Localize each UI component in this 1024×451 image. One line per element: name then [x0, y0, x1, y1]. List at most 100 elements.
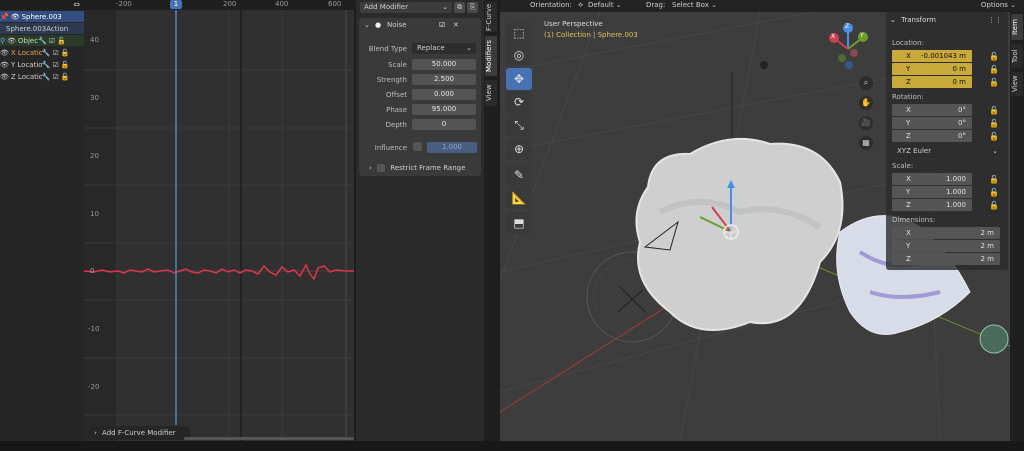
copy-modifiers-icon[interactable]: ⧉ [454, 2, 465, 13]
influence-checkbox[interactable] [413, 142, 422, 151]
gizmo-axis-y[interactable]: Y [860, 32, 864, 39]
cursor-tool[interactable]: ◎ [506, 44, 532, 66]
close-icon[interactable]: ✕ [453, 18, 459, 32]
graph-h-scrollbar[interactable] [184, 437, 354, 440]
gizmo-axis-x[interactable]: X [831, 33, 835, 40]
wrench-icon[interactable]: 🔧 [42, 61, 51, 69]
current-frame-indicator[interactable]: 1 [170, 0, 182, 9]
eye-icon[interactable]: 👁 [7, 37, 16, 45]
add-cube-tool[interactable]: ⬒ [506, 212, 532, 234]
dimensions-z-field[interactable]: Z2 m [892, 253, 1000, 265]
add-fcurve-modifier-footer[interactable]: › Add F-Curve Modifier [90, 426, 190, 440]
tab-fcurve[interactable]: F-Curve [485, 2, 497, 32]
channel-action[interactable]: Sphere.003Action [0, 23, 84, 34]
eye-icon[interactable]: 👁 [0, 49, 9, 57]
eye-icon[interactable]: 👁 [11, 13, 20, 21]
add-modifier-dropdown[interactable]: Add Modifier ⌄ [360, 2, 452, 13]
transform-header[interactable]: ⌄ Transform [890, 16, 936, 24]
lock-icon[interactable]: 🔓 [57, 37, 66, 45]
wrench-icon[interactable]: 🔧 [42, 49, 51, 57]
lock-icon[interactable]: 🔓 [989, 65, 999, 74]
rotation-y-field[interactable]: Y 0° [892, 117, 972, 129]
phase-field[interactable]: 95.000 [412, 104, 476, 115]
frame-ruler[interactable]: -200 1 200 400 600 [84, 0, 354, 10]
restrict-frame-range-row[interactable]: › Restrict Frame Range [369, 164, 465, 172]
hand-pan-icon[interactable]: ✋ [859, 96, 873, 110]
channel-z-location[interactable]: 👁 Z Locatio 🔧 ☑ 🔓 [0, 71, 84, 82]
influence-field[interactable]: 1.000 [427, 142, 477, 153]
lock-icon[interactable]: 🔓 [989, 119, 999, 128]
move-tool[interactable]: ✥ [506, 68, 532, 90]
offset-field[interactable]: 0.000 [412, 89, 476, 100]
transform-tool[interactable]: ⊕ [506, 138, 532, 160]
tab-view[interactable]: View [485, 80, 497, 106]
location-y-field[interactable]: Y0 m [892, 63, 972, 75]
rotation-z-field[interactable]: Z 0° [892, 130, 972, 142]
orientation-dropdown[interactable]: Default ⌄ [588, 1, 622, 9]
checkbox-icon[interactable]: ☑ [53, 61, 59, 69]
checkbox-icon[interactable]: ☑ [49, 37, 55, 45]
pin-icon[interactable]: ⚲ [0, 37, 5, 45]
lock-icon[interactable]: 🔓 [61, 61, 70, 69]
zoom-icon[interactable]: ⌕ [859, 76, 873, 90]
chevron-down-icon[interactable]: ⌄ [364, 18, 370, 32]
influence-label: Influence [374, 144, 407, 152]
tab-tool[interactable]: Tool [1011, 44, 1023, 68]
channel-x-location[interactable]: 👁 X Locatio 🔧 ☑ 🔓 [0, 47, 84, 58]
scale-tool[interactable]: ⤡ [506, 114, 532, 136]
tab-item[interactable]: Item [1011, 14, 1023, 40]
tab-view[interactable]: View [1011, 72, 1023, 96]
checkbox-icon[interactable]: ☑ [53, 49, 59, 57]
measure-tool[interactable]: 📐 [506, 187, 532, 209]
strength-field[interactable]: 2.500 [412, 74, 476, 85]
scale-z-field[interactable]: Z 1.000 [892, 199, 972, 211]
location-x-field[interactable]: X -0.001043 m [892, 50, 972, 62]
channel-y-location[interactable]: 👁 Y Locatio 🔧 ☑ 🔓 [0, 59, 84, 70]
dimensions-x-field[interactable]: X2 m [892, 227, 1000, 239]
rotate-tool[interactable]: ⟳ [506, 91, 532, 113]
pin-icon[interactable]: 📌 [0, 13, 9, 21]
eye-icon[interactable]: 👁 [0, 73, 9, 81]
enabled-checkbox-icon[interactable]: ☑ [439, 18, 445, 32]
lock-icon[interactable]: 🔓 [989, 52, 999, 61]
frame-tick-neg200: -200 [116, 0, 132, 8]
options-dropdown[interactable]: Options ⌄ [981, 1, 1016, 9]
restrict-checkbox[interactable] [377, 164, 386, 172]
x-location-curve[interactable] [84, 263, 354, 281]
scale-field[interactable]: 50.000 [412, 59, 476, 70]
lock-icon[interactable]: 🔓 [989, 106, 999, 115]
camera-view-icon[interactable]: 🎥 [859, 116, 873, 130]
rotation-x-field[interactable]: X 0° [892, 104, 972, 116]
lock-icon[interactable]: 🔓 [61, 73, 70, 81]
dimensions-y-field[interactable]: Y2 m [892, 240, 1000, 252]
depth-field[interactable]: 0 [412, 119, 476, 130]
tab-modifiers[interactable]: Modifiers [485, 36, 497, 76]
wrench-icon[interactable]: 🔧 [42, 73, 51, 81]
scale-x-field[interactable]: X 1.000 [892, 173, 972, 185]
graph-editor-area[interactable]: 40 30 20 10 0 -10 -20 › Add F-Curve Modi… [84, 0, 354, 441]
eye-icon[interactable]: 👁 [0, 61, 9, 69]
blend-type-dropdown[interactable]: Replace ⌄ [412, 43, 476, 54]
annotate-tool[interactable]: ✎ [506, 164, 532, 186]
select-box-tool[interactable]: ⬚ [506, 22, 532, 44]
gizmo-axis-z[interactable]: Z [845, 23, 849, 30]
panel-grip-icon[interactable]: ⋮⋮ [988, 16, 1002, 24]
lock-icon[interactable]: 🔓 [989, 78, 999, 87]
drag-dropdown[interactable]: Select Box ⌄ [672, 1, 717, 9]
rotation-mode-dropdown[interactable]: XYZ Euler ⌄ [892, 145, 1002, 157]
location-z-field[interactable]: Z0 m [892, 76, 972, 88]
lock-icon[interactable]: 🔓 [989, 201, 999, 210]
paste-modifiers-icon[interactable]: ⎘ [467, 2, 478, 13]
scale-y-field[interactable]: Y 1.000 [892, 186, 972, 198]
channel-object[interactable]: ⚲ 👁 Objec 🔧 ☑ 🔓 [0, 35, 84, 46]
checkbox-icon[interactable]: ☑ [53, 73, 59, 81]
noise-header[interactable]: ⌄ ● Noise ☑ ✕ [359, 18, 481, 32]
lock-icon[interactable]: 🔓 [989, 175, 999, 184]
lock-icon[interactable]: 🔓 [61, 49, 70, 57]
lock-icon[interactable]: 🔓 [989, 188, 999, 197]
wrench-icon[interactable]: 🔧 [38, 37, 47, 45]
perspective-grid-icon[interactable]: ▦ [859, 136, 873, 150]
channel-sphere003[interactable]: 📌 👁 Sphere.003 [0, 11, 84, 22]
lock-icon[interactable]: 🔓 [989, 132, 999, 141]
swap-icon[interactable]: ⇔ [73, 0, 80, 9]
